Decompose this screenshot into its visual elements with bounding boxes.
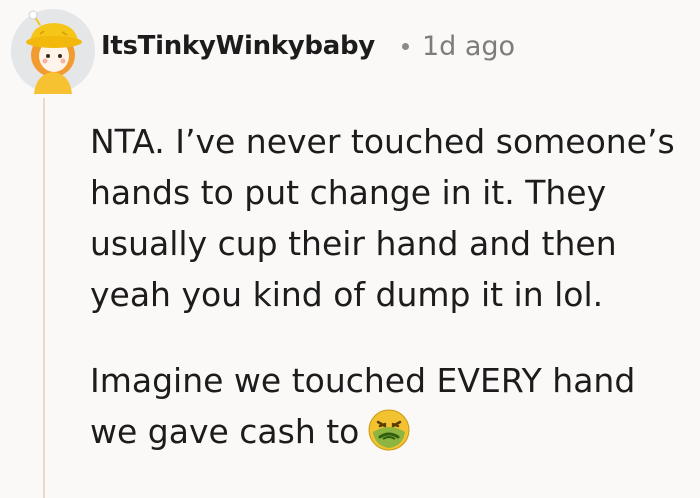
- comment-paragraph: NTA. I’ve never touched someone’s hands …: [90, 122, 675, 314]
- meta-separator-dot: [401, 42, 409, 50]
- comment-paragraph: Imagine we touched EVERY hand we gave ca…: [90, 355, 690, 457]
- nauseated-face-icon: [367, 408, 411, 452]
- comment-timestamp[interactable]: 1d ago: [422, 31, 515, 62]
- comment-body: NTA. I’ve never touched someone’s hands …: [90, 116, 690, 457]
- comment-paragraph-text: Imagine we touched EVERY hand we gave ca…: [90, 361, 636, 451]
- user-avatar[interactable]: [10, 8, 96, 94]
- avatar-icon: [11, 9, 95, 94]
- thread-line[interactable]: [43, 98, 45, 498]
- username-link[interactable]: ItsTinkyWinkybaby: [101, 31, 375, 61]
- comment-header: ItsTinkyWinkybaby 1d ago: [101, 26, 515, 66]
